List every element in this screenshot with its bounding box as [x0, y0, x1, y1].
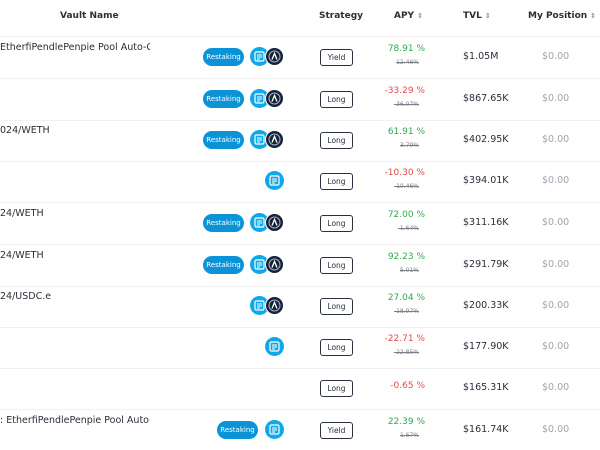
tvl-value: $200.33K — [463, 300, 509, 311]
strategy-badge[interactable]: Long — [320, 132, 353, 149]
vault-name: 024/WETH — [0, 125, 50, 136]
apy-value: -10.30 % — [384, 168, 425, 178]
apy-base-value: -36.07% — [393, 101, 419, 108]
apy-value: -33.29 % — [384, 86, 425, 96]
strategy-badge[interactable]: Long — [320, 339, 353, 356]
my-position-value: $0.00 — [542, 300, 570, 311]
tvl-value: $177.90K — [463, 341, 509, 352]
vault-name: 24/USDC.e — [0, 291, 52, 302]
table-row[interactable]: Long -10.30 % -10.46% $394.01K $0.00 — [0, 161, 600, 203]
platform-icon — [265, 171, 284, 190]
apy-base-value: 5.01% — [399, 267, 419, 274]
vault-name: EtherfiPendlePenpie Pool Auto-Co — [0, 42, 150, 53]
sort-icon: ⇕ — [484, 12, 491, 20]
table-row[interactable]: 24/WETH Restaking Long 92.23 % 5.01% $291.79K… — [0, 245, 600, 287]
my-position-value: $0.00 — [542, 382, 570, 393]
protocol-icon — [265, 213, 284, 232]
apy-value: 78.91 % — [387, 44, 425, 54]
my-position-value: $0.00 — [542, 175, 570, 186]
apy-value: 92.23 % — [387, 252, 425, 262]
apy-base-value: 3.79% — [399, 142, 419, 149]
apy-base-value: -22.85% — [393, 349, 419, 356]
protocol-icon — [265, 296, 284, 315]
restaking-badge[interactable]: Restaking — [217, 421, 258, 439]
strategy-badge[interactable]: Long — [320, 173, 353, 190]
restaking-badge[interactable]: Restaking — [203, 48, 244, 66]
tvl-value: $402.95K — [463, 134, 509, 145]
vault-name: 24/WETH — [0, 208, 44, 219]
apy-base-value: -1.64% — [397, 225, 419, 232]
my-position-value: $0.00 — [542, 93, 570, 104]
table-row[interactable]: 24/USDC.e Long 27.04 % -18.97% $200.33K $0.00 — [0, 286, 600, 328]
my-position-value: $0.00 — [542, 341, 570, 352]
table-row[interactable]: EtherfiPendlePenpie Pool Auto-Co Restakin… — [0, 37, 600, 79]
table-row[interactable]: : EtherfiPendlePenpie Pool Auto-C Restaki… — [0, 410, 600, 450]
restaking-badge[interactable]: Restaking — [203, 131, 244, 149]
tvl-value: $311.16K — [463, 217, 509, 228]
strategy-badge[interactable]: Long — [320, 380, 353, 397]
apy-value: -0.65 % — [390, 381, 425, 391]
apy-base-value: 12.46% — [396, 59, 419, 66]
my-position-value: $0.00 — [542, 259, 570, 270]
apy-base-value: -10.46% — [393, 183, 419, 190]
tvl-value: $1.05M — [463, 51, 499, 62]
table-row[interactable]: Long -22.71 % -22.85% $177.90K $0.00 — [0, 327, 600, 369]
apy-base-value: -18.97% — [393, 308, 419, 315]
table-row[interactable]: Restaking Long -33.29 % -36.07% $867.65K $0.0… — [0, 79, 600, 121]
vault-table: Vault Name Strategy APY ⇕ TVL ⇕ My Positio… — [0, 0, 600, 450]
strategy-badge[interactable]: Long — [320, 257, 353, 274]
vault-name: 24/WETH — [0, 250, 44, 261]
table-row[interactable]: 24/WETH Restaking Long 72.00 % -1.64% $311.16… — [0, 203, 600, 245]
platform-icon — [265, 420, 284, 439]
my-position-value: $0.00 — [542, 424, 570, 435]
col-vault-name: Vault Name — [60, 11, 119, 21]
restaking-badge[interactable]: Restaking — [203, 256, 244, 274]
protocol-icon — [265, 47, 284, 66]
protocol-icon — [265, 255, 284, 274]
table-row[interactable]: Long -0.65 % $165.31K $0.00 — [0, 368, 600, 410]
tvl-value: $161.74K — [463, 424, 509, 435]
my-position-value: $0.00 — [542, 217, 570, 228]
apy-value: 61.91 % — [387, 127, 425, 137]
restaking-badge[interactable]: Restaking — [203, 90, 244, 108]
sort-icon: ⇕ — [417, 12, 423, 20]
strategy-badge[interactable]: Long — [320, 298, 353, 315]
protocol-icon — [265, 130, 284, 149]
apy-value: 27.04 % — [387, 293, 425, 303]
col-apy[interactable]: APY ⇕ — [394, 11, 423, 21]
table-row[interactable]: 024/WETH Restaking Long 61.91 % 3.79% $402.95… — [0, 120, 600, 162]
protocol-icon — [265, 89, 284, 108]
tvl-value: $394.01K — [463, 175, 509, 186]
col-strategy: Strategy — [319, 11, 364, 21]
table-header: Vault Name Strategy APY ⇕ TVL ⇕ My Positio… — [0, 0, 600, 37]
strategy-badge[interactable]: Long — [320, 91, 353, 108]
tvl-value: $291.79K — [463, 259, 509, 270]
col-my-position[interactable]: My Position ⇕ — [528, 11, 596, 21]
strategy-badge[interactable]: Yield — [320, 422, 353, 439]
strategy-badge[interactable]: Long — [320, 215, 353, 232]
my-position-value: $0.00 — [542, 51, 570, 62]
apy-value: 22.39 % — [387, 417, 425, 427]
restaking-badge[interactable]: Restaking — [203, 214, 244, 232]
my-position-value: $0.00 — [542, 134, 570, 145]
sort-icon: ⇕ — [590, 12, 597, 20]
apy-value: 72.00 % — [387, 210, 425, 220]
apy-value: -22.71 % — [384, 334, 425, 344]
platform-icon — [265, 337, 284, 356]
col-tvl[interactable]: TVL ⇕ — [463, 11, 491, 21]
strategy-badge[interactable]: Yield — [320, 49, 353, 66]
apy-base-value: 1.67% — [399, 432, 419, 439]
tvl-value: $165.31K — [463, 382, 509, 393]
vault-name: : EtherfiPendlePenpie Pool Auto-C — [0, 415, 150, 426]
tvl-value: $867.65K — [463, 93, 509, 104]
